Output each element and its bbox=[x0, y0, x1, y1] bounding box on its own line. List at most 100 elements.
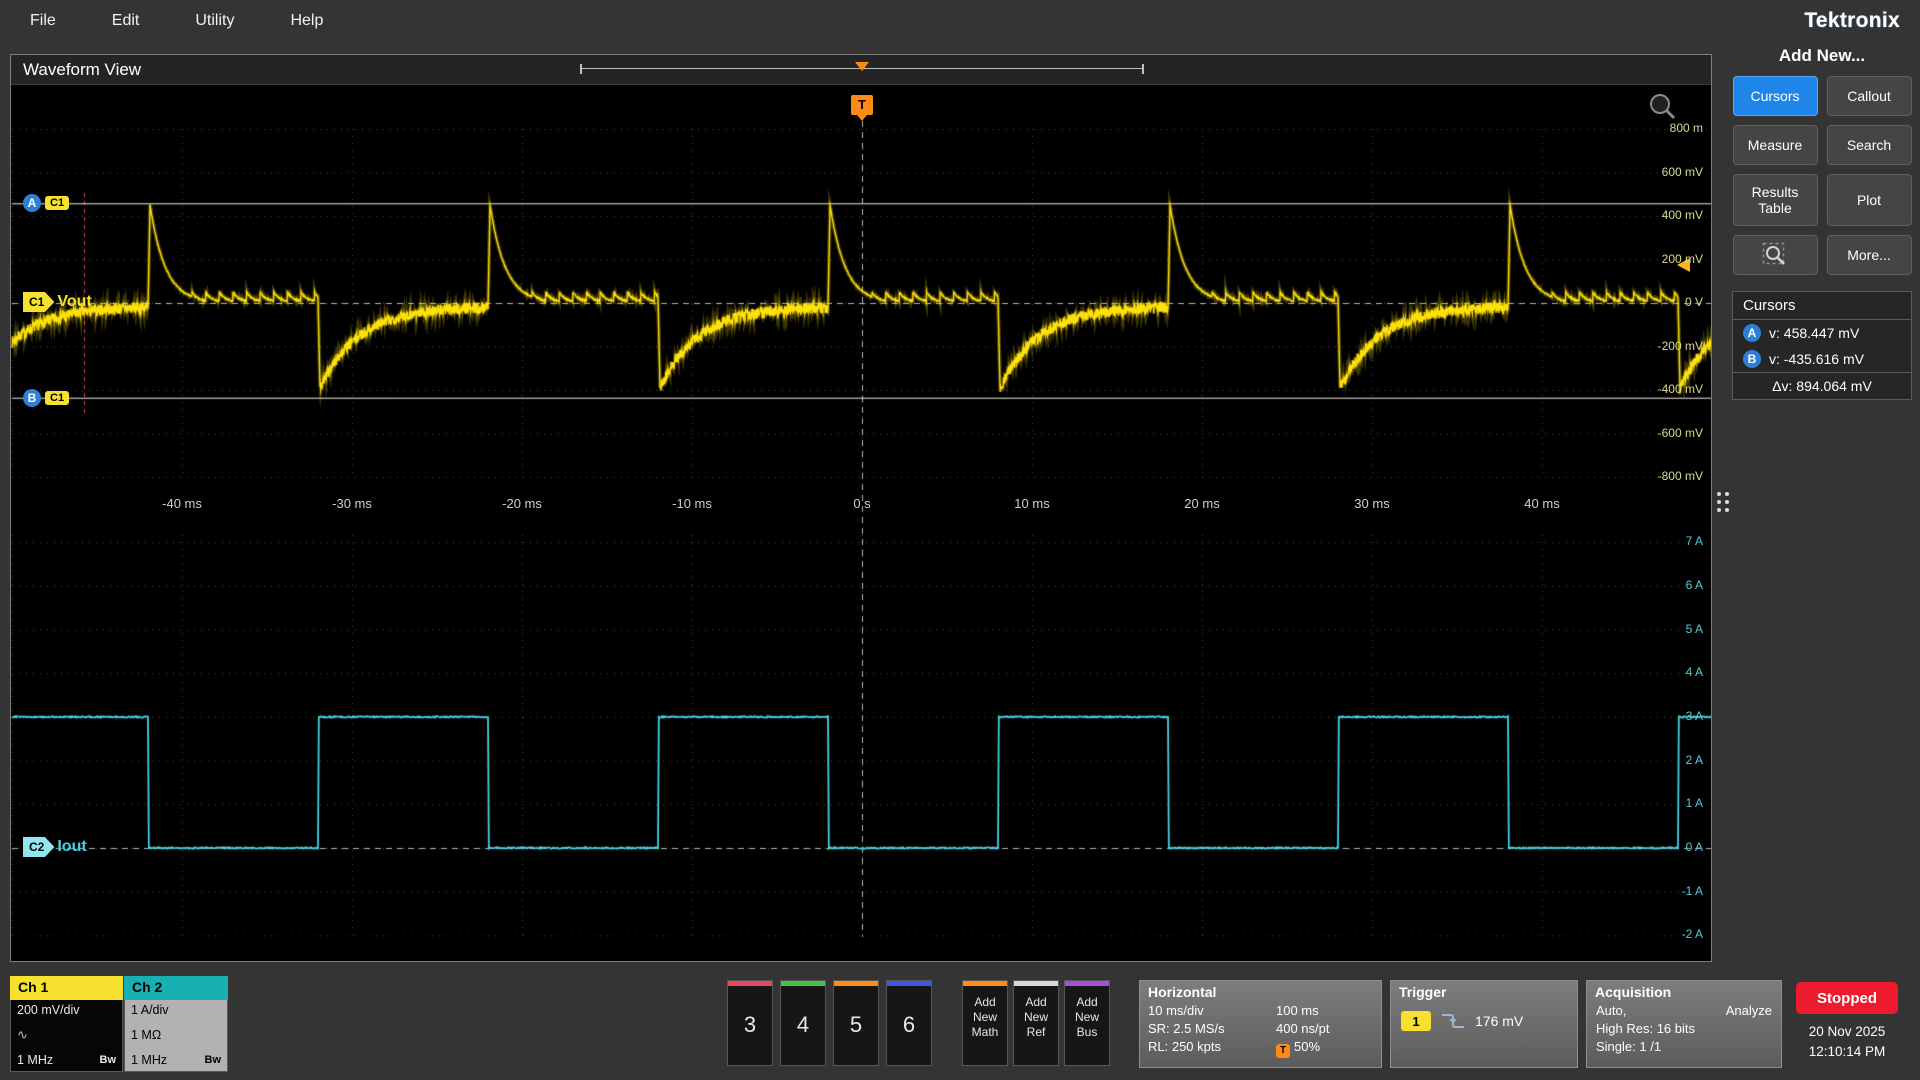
acquisition-single: Single: 1 /1 bbox=[1596, 1039, 1772, 1054]
cursors-results-panel: Cursors A v: 458.447 mV B v: -435.616 mV… bbox=[1732, 291, 1912, 400]
zoom-glass-icon[interactable] bbox=[1645, 91, 1679, 128]
falling-edge-icon bbox=[1440, 1011, 1466, 1031]
ch2-impedance: 1 MΩ bbox=[131, 1028, 221, 1042]
ch2-badge-body: 1 A/div 1 MΩ 1 MHz Bw bbox=[124, 1000, 228, 1072]
channel-6-button[interactable]: 6 bbox=[886, 980, 932, 1066]
cursor-b-circle: B bbox=[1743, 350, 1761, 368]
plot-button[interactable]: Plot bbox=[1827, 174, 1912, 226]
ch1-badge-block[interactable]: Ch 1 200 mV/div ∿ 1 MHz Bw bbox=[10, 976, 123, 1072]
trigger-panel[interactable]: Trigger 1 176 mV bbox=[1390, 980, 1578, 1068]
results-table-button[interactable]: Results Table bbox=[1733, 174, 1818, 226]
ref-color-strip bbox=[1014, 981, 1058, 986]
horizontal-resolution: 400 ns/pt bbox=[1276, 1021, 1373, 1036]
horizontal-sample-rate: SR: 2.5 MS/s bbox=[1148, 1021, 1276, 1036]
ch2-scale: 1 A/div bbox=[131, 1003, 221, 1017]
channel-3-label: 3 bbox=[728, 1012, 772, 1038]
channel-4-label: 4 bbox=[781, 1012, 825, 1038]
ch1-chip: C1 bbox=[23, 292, 54, 312]
ch1-scale: 200 mV/div bbox=[17, 1003, 116, 1017]
cursor-delta-value: Δv: 894.064 mV bbox=[1733, 372, 1911, 399]
add-new-ref-label: Add New Ref bbox=[1014, 995, 1058, 1040]
menu-bar: File Edit Utility Help Tektronix bbox=[0, 0, 1920, 42]
menu-file[interactable]: File bbox=[30, 12, 56, 30]
ch1-badge-body: 200 mV/div ∿ 1 MHz Bw bbox=[10, 1000, 123, 1072]
ch2-badge-block[interactable]: Ch 2 1 A/div 1 MΩ 1 MHz Bw bbox=[124, 976, 228, 1072]
channel-4-color-strip bbox=[781, 981, 825, 986]
menu-help[interactable]: Help bbox=[290, 12, 323, 30]
scope-graticule[interactable] bbox=[11, 85, 1711, 961]
acquisition-high-res: High Res: 16 bits bbox=[1596, 1021, 1772, 1036]
bus-color-strip bbox=[1065, 981, 1109, 986]
ch2-trace-label[interactable]: C2 Iout bbox=[23, 837, 87, 857]
channel-3-color-strip bbox=[728, 981, 772, 986]
acquisition-panel[interactable]: Acquisition Auto, Analyze High Res: 16 b… bbox=[1586, 980, 1782, 1068]
ac-coupling-icon: ∿ bbox=[17, 1027, 116, 1043]
zoom-tool-icon bbox=[1762, 242, 1788, 268]
cursor-b-readout: B v: -435.616 mV bbox=[1733, 346, 1911, 372]
horizontal-title: Horizontal bbox=[1140, 981, 1381, 1003]
horizontal-scale: 10 ms/div bbox=[1148, 1003, 1276, 1018]
trigger-title: Trigger bbox=[1391, 981, 1577, 1003]
ch2-bw-limit-icon: Bw bbox=[205, 1054, 222, 1066]
cursor-b-circle: B bbox=[23, 389, 41, 407]
ch1-badge-title: Ch 1 bbox=[10, 976, 123, 1000]
trigger-pos-icon: T bbox=[1276, 1044, 1290, 1058]
add-new-math-label: Add New Math bbox=[963, 995, 1007, 1040]
cursor-b-badge[interactable]: B C1 bbox=[23, 389, 69, 407]
ch1-bandwidth: 1 MHz bbox=[17, 1053, 53, 1067]
cursor-b-value: v: -435.616 mV bbox=[1769, 351, 1864, 367]
trigger-source-chip: 1 bbox=[1401, 1011, 1431, 1031]
run-stop-status-button[interactable]: Stopped bbox=[1796, 982, 1898, 1014]
cursor-a-circle: A bbox=[1743, 324, 1761, 342]
add-new-grid: Cursors Callout Measure Search Results T… bbox=[1732, 76, 1912, 275]
menu-utility[interactable]: Utility bbox=[195, 12, 234, 30]
ch1-trace-name: Vout bbox=[57, 293, 91, 311]
add-new-bus-button[interactable]: Add New Bus bbox=[1064, 980, 1110, 1066]
add-new-title: Add New... bbox=[1732, 46, 1912, 66]
trigger-level-value: 176 mV bbox=[1475, 1013, 1523, 1029]
waveform-view-panel: Waveform View T A C1 B C1 C1 Vout C2 Iou… bbox=[10, 54, 1712, 962]
horizontal-position: T50% bbox=[1276, 1039, 1373, 1058]
search-button[interactable]: Search bbox=[1827, 125, 1912, 165]
cursor-a-badge[interactable]: A C1 bbox=[23, 194, 69, 212]
cursor-b-source-chip: C1 bbox=[45, 391, 69, 405]
datetime: 20 Nov 2025 12:10:14 PM bbox=[1780, 1022, 1914, 1061]
horizontal-panel[interactable]: Horizontal 10 ms/div 100 ms SR: 2.5 MS/s… bbox=[1139, 980, 1382, 1068]
channel-5-color-strip bbox=[834, 981, 878, 986]
zoom-tool-button[interactable] bbox=[1733, 235, 1818, 275]
acquisition-analyze: Analyze bbox=[1726, 1003, 1772, 1018]
channel-4-button[interactable]: 4 bbox=[780, 980, 826, 1066]
time-label: 12:10:14 PM bbox=[1780, 1042, 1914, 1062]
cursor-a-readout: A v: 458.447 mV bbox=[1733, 320, 1911, 346]
trigger-level-arrow[interactable] bbox=[1677, 258, 1690, 272]
trigger-position-marker-icon[interactable] bbox=[855, 62, 869, 71]
ch2-chip: C2 bbox=[23, 837, 54, 857]
panel-drag-handle[interactable] bbox=[1717, 492, 1729, 512]
add-new-ref-button[interactable]: Add New Ref bbox=[1013, 980, 1059, 1066]
ch1-bw-limit-icon: Bw bbox=[100, 1054, 117, 1066]
callout-button[interactable]: Callout bbox=[1827, 76, 1912, 116]
tektronix-logo: Tektronix bbox=[1804, 9, 1900, 33]
measure-button[interactable]: Measure bbox=[1733, 125, 1818, 165]
ch1-trace-label[interactable]: C1 Vout bbox=[23, 292, 92, 312]
add-new-bus-label: Add New Bus bbox=[1065, 995, 1109, 1040]
date-label: 20 Nov 2025 bbox=[1780, 1022, 1914, 1042]
waveform-view-title: Waveform View bbox=[23, 60, 141, 80]
trigger-flag[interactable]: T bbox=[851, 95, 873, 115]
ch2-trace-name: Iout bbox=[57, 838, 86, 856]
ch2-bandwidth: 1 MHz bbox=[131, 1053, 167, 1067]
channel-5-button[interactable]: 5 bbox=[833, 980, 879, 1066]
cursors-panel-title: Cursors bbox=[1733, 292, 1911, 320]
cursors-button[interactable]: Cursors bbox=[1733, 76, 1818, 116]
channel-5-label: 5 bbox=[834, 1012, 878, 1038]
cursor-a-source-chip: C1 bbox=[45, 196, 69, 210]
channel-6-color-strip bbox=[887, 981, 931, 986]
channel-3-button[interactable]: 3 bbox=[727, 980, 773, 1066]
add-new-math-button[interactable]: Add New Math bbox=[962, 980, 1008, 1066]
acquisition-title: Acquisition bbox=[1587, 981, 1781, 1003]
sidebar: Add New... Cursors Callout Measure Searc… bbox=[1732, 46, 1912, 400]
more-button[interactable]: More... bbox=[1827, 235, 1912, 275]
menu-edit[interactable]: Edit bbox=[112, 12, 140, 30]
cursor-a-circle: A bbox=[23, 194, 41, 212]
zoom-overview-bar[interactable] bbox=[580, 68, 1144, 78]
